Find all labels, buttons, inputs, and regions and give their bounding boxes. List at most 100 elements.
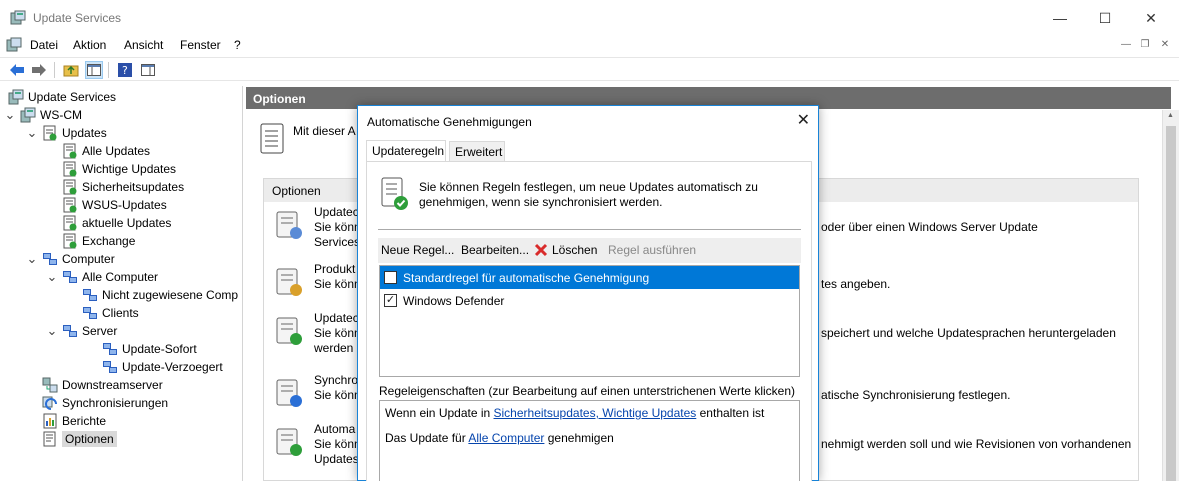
option-text: Updatec Sie könn werden bbox=[314, 311, 361, 356]
back-button[interactable] bbox=[8, 61, 26, 79]
update-list-icon bbox=[62, 233, 78, 249]
tree-node-label: Update-Sofort bbox=[122, 342, 197, 356]
computers-icon bbox=[102, 341, 118, 357]
tree-node-optionen[interactable]: Optionen bbox=[42, 430, 117, 448]
rule-row[interactable]: ✓ Windows Defender bbox=[380, 289, 799, 312]
maximize-icon: ☐ bbox=[1098, 9, 1112, 26]
scrollbar-thumb[interactable] bbox=[1166, 126, 1176, 481]
tree-node-computer[interactable]: ⌄ Computer bbox=[26, 250, 115, 268]
menu-help[interactable]: ? bbox=[234, 38, 241, 52]
forward-button[interactable] bbox=[30, 61, 48, 79]
checked-checkbox[interactable]: ✓ bbox=[384, 294, 397, 307]
tree-node-alle-updates[interactable]: Alle Updates bbox=[62, 142, 150, 160]
rule-row[interactable]: Standardregel für automatische Genehmigu… bbox=[380, 266, 799, 289]
checklist-icon bbox=[260, 123, 284, 154]
option-title-link[interactable]: Automa bbox=[314, 422, 361, 437]
option-text: Produkt Sie könn bbox=[314, 262, 361, 292]
rule-properties-box: Wenn ein Update in Sicherheitsupdates, W… bbox=[379, 400, 800, 481]
properties-button[interactable] bbox=[139, 61, 157, 79]
dialog-close-button[interactable]: ✕ bbox=[797, 110, 810, 130]
option-title-link[interactable]: Updatec bbox=[314, 205, 361, 220]
tab-erweitert[interactable]: Erweitert bbox=[449, 141, 505, 162]
rule-label: Standardregel für automatische Genehmigu… bbox=[403, 270, 650, 285]
tree-node-ws-cm[interactable]: ⌄ WS-CM bbox=[4, 106, 82, 124]
tree-node-label: Downstreamserver bbox=[62, 378, 163, 392]
tree-node-label: Optionen bbox=[62, 431, 117, 447]
tree-node-updates[interactable]: ⌄ Updates bbox=[26, 124, 107, 142]
close-button[interactable]: ✕ bbox=[1128, 0, 1174, 36]
chevron-down-icon[interactable]: ⌄ bbox=[46, 270, 58, 283]
mdi-restore-button[interactable]: ❐ bbox=[1137, 38, 1153, 52]
vertical-scrollbar[interactable]: ▲ bbox=[1162, 110, 1179, 481]
tree-node-alle-computer[interactable]: ⌄ Alle Computer bbox=[46, 268, 158, 286]
chevron-down-icon[interactable]: ⌄ bbox=[26, 252, 38, 265]
mmc-icon[interactable] bbox=[6, 37, 22, 53]
option-description: Sie könn bbox=[314, 277, 361, 291]
mdi-close-button[interactable]: ✕ bbox=[1157, 38, 1173, 52]
auto-approval-icon bbox=[276, 428, 302, 456]
minimize-button[interactable]: — bbox=[1037, 0, 1083, 36]
tree-node-label: Synchronisierungen bbox=[62, 396, 169, 410]
delete-rule-button[interactable]: Löschen bbox=[534, 243, 597, 257]
option-title-link[interactable]: Synchro bbox=[314, 373, 361, 388]
tree-node-aktuelle-updates[interactable]: aktuelle Updates bbox=[62, 214, 171, 232]
approval-checklist-icon bbox=[381, 177, 408, 210]
window-title: Update Services bbox=[33, 11, 122, 25]
computer-group-link[interactable]: Alle Computer bbox=[468, 431, 544, 445]
mdi-minimize-button[interactable]: — bbox=[1118, 38, 1134, 52]
option-title-link[interactable]: Produkt bbox=[314, 262, 361, 277]
menu-datei[interactable]: Datei bbox=[30, 38, 58, 52]
tab-updateregeln[interactable]: Updateregeln bbox=[366, 140, 446, 163]
menu-ansicht[interactable]: Ansicht bbox=[124, 38, 163, 52]
update-list-icon bbox=[62, 161, 78, 177]
show-hide-tree-button[interactable] bbox=[85, 61, 103, 79]
updates-icon bbox=[42, 125, 58, 141]
action-suffix: genehmigen bbox=[544, 431, 614, 445]
tree-node-berichte[interactable]: Berichte bbox=[42, 412, 106, 430]
tree-node-synchronisierungen[interactable]: Synchronisierungen bbox=[42, 394, 168, 412]
option-description: Updates bbox=[314, 452, 359, 466]
chevron-down-icon[interactable]: ⌄ bbox=[46, 324, 58, 337]
computers-icon bbox=[62, 269, 78, 285]
help-button[interactable]: ? bbox=[116, 61, 134, 79]
tree-node-update-services[interactable]: Update Services bbox=[8, 88, 116, 106]
tree-node-wsus-updates[interactable]: WSUS-Updates bbox=[62, 196, 167, 214]
tree-node-exchange[interactable]: Exchange bbox=[62, 232, 135, 250]
chevron-down-icon[interactable]: ⌄ bbox=[4, 108, 16, 121]
console-tree: Update Services ⌄ WS-CM ⌄ Updates Alle Update… bbox=[0, 86, 243, 481]
run-rule-button[interactable]: Regel ausführen bbox=[608, 243, 696, 257]
tree-node-update-sofort[interactable]: Update-Sofort bbox=[102, 340, 197, 358]
edit-rule-button[interactable]: Bearbeiten... bbox=[461, 243, 529, 257]
tree-node-label: Computer bbox=[62, 252, 115, 266]
sync-icon bbox=[42, 395, 58, 411]
options-icon bbox=[42, 431, 58, 447]
classification-link[interactable]: Sicherheitsupdates, Wichtige Updates bbox=[494, 406, 697, 420]
unchecked-checkbox[interactable] bbox=[384, 271, 397, 284]
option-title-link[interactable]: Updatec bbox=[314, 311, 361, 326]
toolbar: ? bbox=[0, 57, 1179, 81]
chevron-down-icon[interactable]: ⌄ bbox=[26, 126, 38, 139]
tree-node-update-verzoegert[interactable]: Update-Verzoegert bbox=[102, 358, 223, 376]
sync-schedule-icon bbox=[276, 379, 302, 407]
tree-node-sicherheitsupdates[interactable]: Sicherheitsupdates bbox=[62, 178, 184, 196]
minimize-icon: — bbox=[1053, 10, 1067, 26]
maximize-button[interactable]: ☐ bbox=[1082, 0, 1128, 36]
tree-node-server[interactable]: ⌄ Server bbox=[46, 322, 118, 340]
tree-node-label: Update Services bbox=[28, 90, 117, 104]
tree-node-label: Update-Verzoegert bbox=[122, 360, 223, 374]
tree-node-label: WSUS-Updates bbox=[82, 198, 167, 212]
tree-node-label: Alle Updates bbox=[82, 144, 151, 158]
menu-fenster[interactable]: Fenster bbox=[180, 38, 221, 52]
tree-node-clients[interactable]: Clients bbox=[82, 304, 139, 322]
tree-node-downstreamserver[interactable]: Downstreamserver bbox=[42, 376, 163, 394]
tree-node-nicht-zugewiesene-comp[interactable]: Nicht zugewiesene Comp bbox=[82, 286, 238, 304]
computers-icon bbox=[82, 287, 98, 303]
menu-aktion[interactable]: Aktion bbox=[73, 38, 106, 52]
delete-x-icon bbox=[534, 243, 548, 256]
option-description: Sie könn bbox=[314, 437, 361, 451]
new-rule-button[interactable]: Neue Regel... bbox=[381, 243, 454, 257]
folder-up-icon bbox=[63, 65, 79, 77]
update-files-icon bbox=[276, 317, 302, 345]
tree-node-wichtige-updates[interactable]: Wichtige Updates bbox=[62, 160, 176, 178]
up-folder-button[interactable] bbox=[62, 61, 80, 79]
